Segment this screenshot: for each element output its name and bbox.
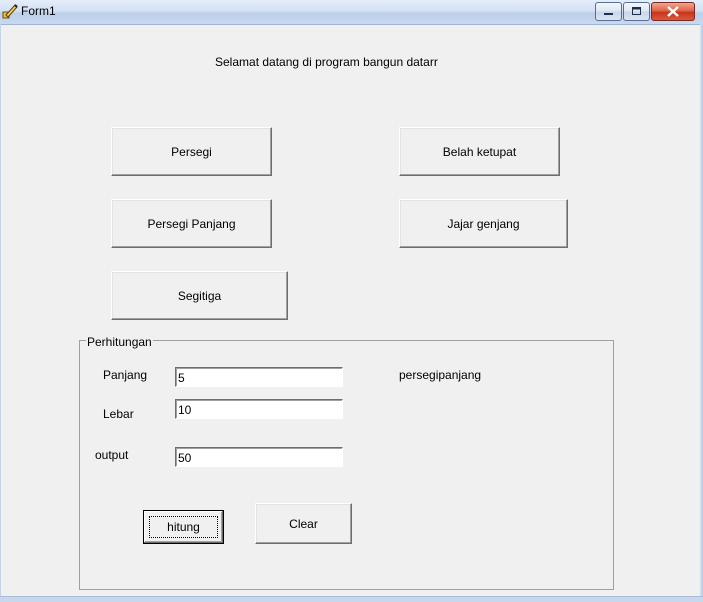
perhitungan-group-label: Perhitungan (86, 335, 153, 349)
persegi-panjang-button-label: Persegi Panjang (147, 216, 236, 231)
window-frame-left (0, 24, 1, 601)
shape-name-label: persegipanjang (399, 368, 482, 382)
hitung-button[interactable]: hitung (143, 510, 224, 544)
belah-ketupat-button-label: Belah ketupat (442, 144, 517, 159)
window-frame-bottom[interactable] (0, 596, 703, 602)
window-controls (594, 2, 695, 21)
maximize-icon (632, 7, 641, 15)
welcome-heading: Selamat datang di program bangun datarr (215, 55, 438, 69)
persegi-panjang-button[interactable]: Persegi Panjang (111, 199, 272, 248)
minimize-icon (604, 13, 613, 15)
jajar-genjang-button[interactable]: Jajar genjang (399, 199, 568, 248)
close-button[interactable] (651, 2, 695, 21)
belah-ketupat-button[interactable]: Belah ketupat (399, 127, 560, 176)
perhitungan-groupbox (79, 340, 614, 590)
persegi-button-label: Persegi (171, 144, 212, 159)
close-icon (667, 6, 679, 17)
panjang-input[interactable] (175, 367, 343, 387)
maximize-button[interactable] (623, 2, 650, 21)
segitiga-button-label: Segitiga (177, 288, 222, 303)
lebar-label: Lebar (103, 407, 134, 421)
panjang-label: Panjang (103, 368, 148, 382)
vb-form-icon[interactable] (2, 3, 18, 19)
persegi-button[interactable]: Persegi (111, 127, 272, 176)
minimize-button[interactable] (595, 2, 622, 21)
output-label: output (95, 448, 129, 462)
clear-button[interactable]: Clear (255, 503, 352, 544)
jajar-genjang-button-label: Jajar genjang (447, 216, 520, 231)
title-bar[interactable]: Form1 (0, 0, 703, 25)
lebar-input[interactable] (175, 399, 343, 419)
window-title: Form1 (21, 4, 56, 18)
segitiga-button[interactable]: Segitiga (111, 271, 288, 320)
output-field[interactable] (175, 447, 343, 467)
hitung-button-label: hitung (149, 516, 218, 538)
clear-button-label: Clear (289, 516, 318, 531)
